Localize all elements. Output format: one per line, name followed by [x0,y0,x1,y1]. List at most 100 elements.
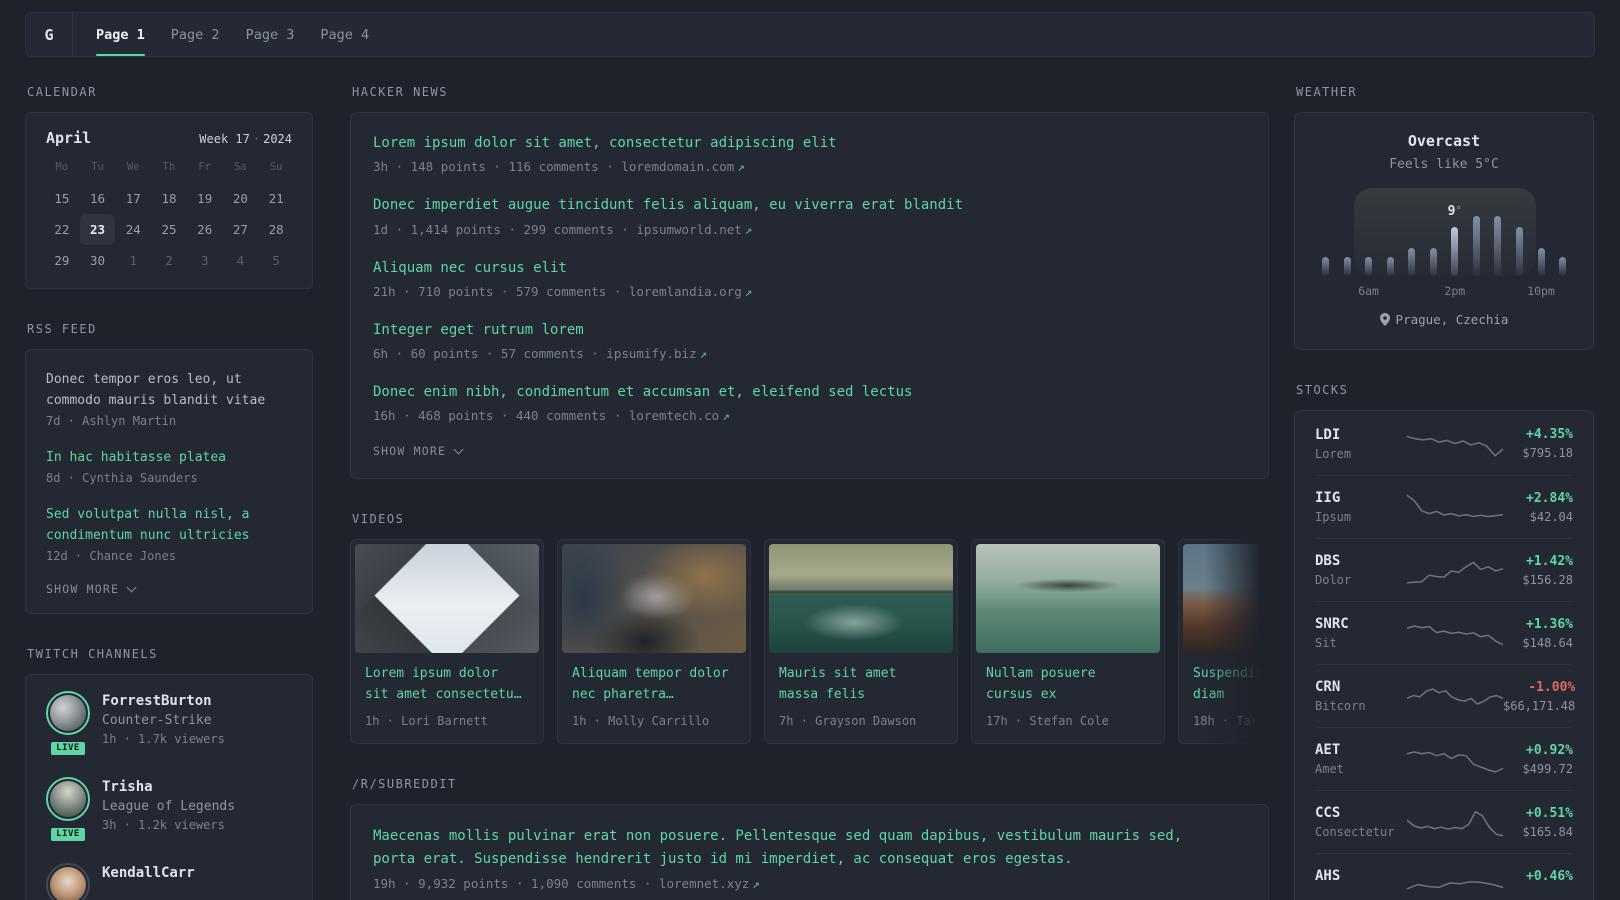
avatar-image [50,867,86,900]
avatar-wrap: LIVE [44,777,92,845]
tab-page-3[interactable]: Page 3 [233,13,308,56]
avatar [46,691,90,736]
stock-sparkline [1407,494,1503,518]
weather-bar [1559,256,1567,276]
weather-bar [1472,216,1480,276]
calendar-day: 22 [54,222,70,237]
calendar-weekday: Fr [198,161,212,173]
post-title[interactable]: Maecenas mollis pulvinar erat non posuer… [373,825,1218,870]
stock-sparkline [1407,880,1503,890]
story-meta: 21h · 710 points · 579 comments · loreml… [373,284,1246,299]
calendar-day: 4 [236,253,245,268]
external-link-icon: ↗ [737,159,745,175]
videos-carousel: Lorem ipsum dolor sit amet consectetu… 1… [350,539,1269,745]
stock-row[interactable]: SNRC Sit +1.36% $148.64 [1315,601,1573,664]
stock-row[interactable]: CCS Consectetur +0.51% $165.84 [1315,790,1573,853]
stock-row[interactable]: AET Amet +0.92% $499.72 [1315,727,1573,790]
calendar-heading: CALENDAR [27,85,97,99]
story-title[interactable]: Donec imperdiet augue tincidunt felis al… [373,195,1246,215]
calendar-day: 2 [165,253,173,268]
calendar-day: 26 [197,222,213,237]
weather-feels-like: Feels like 5°C [1389,157,1499,172]
stock-row[interactable]: IIG Ipsum +2.84% $42.04 [1315,475,1573,538]
channel-info: Trisha League of Legends 3h · 1.2k viewe… [102,777,235,844]
stock-row[interactable]: CRN Bitcorn -1.00% $66,171.48 [1315,664,1575,727]
stock-change: -1.00% [1528,679,1576,695]
story-domain: loremtech.co [628,408,720,424]
story-domain: ipsumworld.net [636,221,742,237]
stock-info: CRN Bitcorn [1315,679,1407,713]
video-meta: 1h · Lori Barnett [365,714,488,729]
story-title[interactable]: Aliquam nec cursus elit [373,258,1246,278]
stock-change: +4.35% [1526,427,1573,442]
calendar-weekday: Tu [91,161,104,173]
stock-name: Bitcorn [1315,699,1366,713]
reddit-post: Maecenas mollis pulvinar erat non posuer… [373,825,1246,891]
right-column: WEATHER Overcast Feels like 5°C 9° 6am 2p… [1294,85,1594,900]
stock-name: Ipsum [1315,510,1352,524]
channel-category: League of Legends [102,799,236,815]
twitch-channel[interactable]: LIVE Trisha League of Legends 3h · 1.2k … [44,777,294,845]
weather-location-text: Prague, Czechia [1395,312,1509,327]
dashboard-page: G Page 1 Page 2 Page 3 Page 4 CALENDAR A… [0,0,1620,900]
story-domain-link[interactable]: loremtech.co ↗ [629,408,730,423]
calendar-widget: April Week 17 · 2024 Mo Tu We Th Fr Sa Su 15 16 17 1… [25,112,313,289]
story-title[interactable]: Integer eget rutrum lorem [373,320,1246,340]
hackernews-heading: HACKER NEWS [352,85,448,99]
video-title: Lorem ipsum dolor sit amet consectetu… [365,666,522,703]
calendar-day: 17 [125,191,141,206]
stock-row[interactable]: AHS +0.46% [1315,853,1573,900]
tab-page-4[interactable]: Page 4 [307,13,382,56]
story-domain-link[interactable]: loremdomain.com ↗ [621,159,744,174]
stock-row[interactable]: LDI Lorem +4.35% $795.18 [1315,412,1573,475]
avatar-image [50,695,86,732]
video-title: Suspendisse potenti diam [1193,666,1269,703]
stock-info: LDI Lorem [1315,427,1407,461]
story-domain-link[interactable]: ipsumify.biz ↗ [606,346,707,361]
calendar-day: 30 [90,253,106,268]
story-title[interactable]: Lorem ipsum dolor sit amet, consectetur … [373,133,1246,153]
post-domain-link[interactable]: loremnet.xyz ↗ [659,876,760,891]
weather-widget: Overcast Feels like 5°C 9° 6am 2pm 10pm Pr… [1294,112,1594,350]
stock-sparkline [1407,561,1503,584]
video-card[interactable]: Nullam posuere cursus ex 17h · Stefan Co… [971,539,1165,745]
time-label: 2pm [1444,284,1466,298]
stock-values: -1.00% $66,171.48 [1503,680,1575,713]
external-link-icon: ↗ [744,283,753,299]
video-card[interactable]: Aliquam tempor dolor nec pharetra… 1h · … [557,539,751,745]
video-title: Nullam posuere cursus ex [986,666,1096,703]
video-card[interactable]: Lorem ipsum dolor sit amet consectetu… 1… [350,539,544,745]
stock-name [1315,888,1407,900]
story-domain-link[interactable]: loremlandia.org ↗ [629,284,752,299]
stock-symbol: AHS [1315,868,1341,884]
stock-change: +2.84% [1526,490,1573,506]
channel-name: Trisha [102,779,153,796]
twitch-channel[interactable]: LIVE KendallCarr [44,863,294,900]
rss-item-title[interactable]: Donec tempor eros leo, ut commodo mauris… [46,369,292,411]
stocks-widget: LDI Lorem +4.35% $795.18 IIG Ipsum +2.84% $4… [1294,410,1594,900]
avatar-wrap: LIVE [44,863,92,900]
story-title[interactable]: Donec enim nibh, condimentum et accumsan… [373,382,1246,402]
video-meta: 7h · Grayson Dawson [779,714,917,729]
stock-info: AHS [1315,868,1407,900]
current-temperature: 9° [1447,204,1463,220]
rss-item-meta: 7d · Ashlyn Martin [46,414,177,429]
external-link-icon: ↗ [744,221,753,237]
twitch-channel[interactable]: LIVE ForrestBurton Counter-Strike 1h · 1… [44,691,294,759]
rss-item-title[interactable]: Sed volutpat nulla nisl, a condimentum n… [46,504,292,546]
story-stats: 3h · 148 points · 116 comments · [373,159,622,175]
hackernews-show-more-button[interactable]: SHOW MORE [373,444,1246,458]
stock-values: +1.36% $148.64 [1522,617,1573,650]
tab-page-2[interactable]: Page 2 [158,13,233,56]
calendar-day: 23 [79,214,116,245]
stock-row[interactable]: DBS Dolor +1.42% $156.28 [1315,538,1573,601]
rss-show-more-button[interactable]: SHOW MORE [46,582,292,596]
stock-name: Amet [1315,762,1344,776]
story-domain-link[interactable]: ipsumworld.net ↗ [636,222,752,237]
video-card[interactable]: Mauris sit amet massa felis 7h · Grayson… [764,539,958,745]
tab-page-1[interactable]: Page 1 [83,13,158,56]
hackernews-item: Donec enim nibh, condimentum et accumsan… [373,382,1246,423]
video-card[interactable]: Suspendisse potenti diam 18h · Tara [1178,539,1269,745]
rss-item-title[interactable]: In hac habitasse platea [46,447,292,468]
twitch-heading: TWITCH CHANNELS [27,647,158,662]
